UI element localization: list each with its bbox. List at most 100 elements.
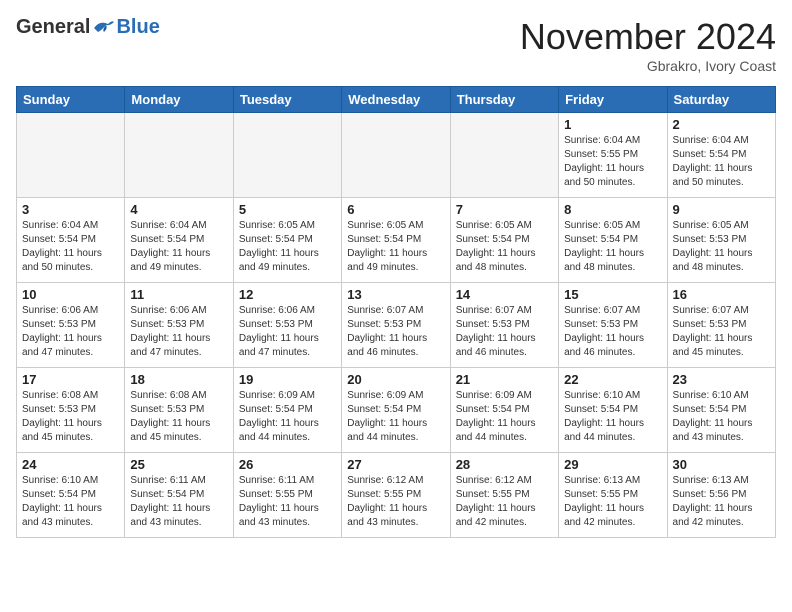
calendar-cell: 1Sunrise: 6:04 AMSunset: 5:55 PMDaylight… bbox=[559, 113, 667, 198]
day-number: 29 bbox=[564, 457, 661, 472]
day-number: 22 bbox=[564, 372, 661, 387]
calendar-cell: 8 Sunrise: 6:05 AMSunset: 5:54 PMDaylight… bbox=[559, 198, 667, 283]
calendar-cell: 9 Sunrise: 6:05 AMSunset: 5:53 PMDaylight… bbox=[667, 198, 775, 283]
calendar-week-row: 10 Sunrise: 6:06 AMSunset: 5:53 PMDayligh… bbox=[17, 283, 776, 368]
calendar-day-header: Tuesday bbox=[233, 87, 341, 113]
day-info: Sunrise: 6:05 AMSunset: 5:54 PMDaylight:… bbox=[456, 219, 553, 275]
location-text: Gbrakro, Ivory Coast bbox=[520, 58, 776, 74]
calendar-cell: 14 Sunrise: 6:07 AMSunset: 5:53 PMDayligh… bbox=[450, 283, 558, 368]
day-number: 2 bbox=[673, 117, 770, 132]
day-number: 5 bbox=[239, 202, 336, 217]
day-number: 30 bbox=[673, 457, 770, 472]
calendar-cell: 18 Sunrise: 6:08 AMSunset: 5:53 PMDayligh… bbox=[125, 368, 233, 453]
day-number: 28 bbox=[456, 457, 553, 472]
day-info: Sunrise: 6:07 AMSunset: 5:53 PMDaylight:… bbox=[347, 304, 444, 360]
calendar-cell: 30 Sunrise: 6:13 AMSunset: 5:56 PMDayligh… bbox=[667, 453, 775, 538]
calendar-cell bbox=[233, 113, 341, 198]
logo-general-text: General bbox=[16, 16, 90, 39]
calendar-week-row: 17 Sunrise: 6:08 AMSunset: 5:53 PMDayligh… bbox=[17, 368, 776, 453]
day-number: 7 bbox=[456, 202, 553, 217]
day-info: Sunrise: 6:09 AMSunset: 5:54 PMDaylight:… bbox=[456, 389, 553, 445]
calendar-cell: 5 Sunrise: 6:05 AMSunset: 5:54 PMDaylight… bbox=[233, 198, 341, 283]
day-info: Sunrise: 6:07 AMSunset: 5:53 PMDaylight:… bbox=[673, 304, 770, 360]
day-info: Sunrise: 6:10 AMSunset: 5:54 PMDaylight:… bbox=[22, 474, 119, 530]
calendar-cell: 17 Sunrise: 6:08 AMSunset: 5:53 PMDayligh… bbox=[17, 368, 125, 453]
day-info: Sunrise: 6:05 AMSunset: 5:53 PMDaylight:… bbox=[673, 219, 770, 275]
calendar-cell: 15Sunrise: 6:07 AMSunset: 5:53 PMDayligh… bbox=[559, 283, 667, 368]
calendar-cell: 23 Sunrise: 6:10 AMSunset: 5:54 PMDayligh… bbox=[667, 368, 775, 453]
day-info: Sunrise: 6:13 AMSunset: 5:55 PMDaylight:… bbox=[564, 474, 661, 530]
logo: General Blue bbox=[16, 16, 160, 39]
day-number: 21 bbox=[456, 372, 553, 387]
day-info: Sunrise: 6:05 AMSunset: 5:54 PMDaylight:… bbox=[239, 219, 336, 275]
day-info: Sunrise: 6:09 AMSunset: 5:54 PMDaylight:… bbox=[239, 389, 336, 445]
day-number: 9 bbox=[673, 202, 770, 217]
day-info: Sunrise: 6:07 AMSunset: 5:53 PMDaylight:… bbox=[456, 304, 553, 360]
calendar-cell: 7 Sunrise: 6:05 AMSunset: 5:54 PMDaylight… bbox=[450, 198, 558, 283]
day-number: 10 bbox=[22, 287, 119, 302]
calendar-day-header: Saturday bbox=[667, 87, 775, 113]
calendar-cell: 6Sunrise: 6:05 AMSunset: 5:54 PMDaylight… bbox=[342, 198, 450, 283]
calendar-cell: 4Sunrise: 6:04 AMSunset: 5:54 PMDaylight… bbox=[125, 198, 233, 283]
title-section: November 2024 Gbrakro, Ivory Coast bbox=[520, 16, 776, 74]
calendar-cell: 21 Sunrise: 6:09 AMSunset: 5:54 PMDayligh… bbox=[450, 368, 558, 453]
calendar-cell: 10Sunrise: 6:06 AMSunset: 5:53 PMDayligh… bbox=[17, 283, 125, 368]
day-info: Sunrise: 6:04 AMSunset: 5:54 PMDaylight:… bbox=[22, 219, 119, 275]
month-title: November 2024 bbox=[520, 16, 776, 58]
day-info: Sunrise: 6:08 AMSunset: 5:53 PMDaylight:… bbox=[22, 389, 119, 445]
day-number: 11 bbox=[130, 287, 227, 302]
calendar-cell: 19 Sunrise: 6:09 AMSunset: 5:54 PMDayligh… bbox=[233, 368, 341, 453]
calendar-header-row: SundayMondayTuesdayWednesdayThursdayFrid… bbox=[17, 87, 776, 113]
day-number: 8 bbox=[564, 202, 661, 217]
calendar-day-header: Friday bbox=[559, 87, 667, 113]
day-info: Sunrise: 6:06 AMSunset: 5:53 PMDaylight:… bbox=[130, 304, 227, 360]
calendar-day-header: Wednesday bbox=[342, 87, 450, 113]
day-number: 24 bbox=[22, 457, 119, 472]
calendar-week-row: 24 Sunrise: 6:10 AMSunset: 5:54 PMDayligh… bbox=[17, 453, 776, 538]
calendar-cell: 22 Sunrise: 6:10 AMSunset: 5:54 PMDayligh… bbox=[559, 368, 667, 453]
calendar-cell: 12 Sunrise: 6:06 AMSunset: 5:53 PMDayligh… bbox=[233, 283, 341, 368]
day-number: 16 bbox=[673, 287, 770, 302]
calendar-cell bbox=[450, 113, 558, 198]
day-info: Sunrise: 6:07 AMSunset: 5:53 PMDaylight:… bbox=[564, 304, 661, 360]
day-number: 17 bbox=[22, 372, 119, 387]
calendar-cell bbox=[125, 113, 233, 198]
day-info: Sunrise: 6:05 AMSunset: 5:54 PMDaylight:… bbox=[347, 219, 444, 275]
day-info: Sunrise: 6:11 AMSunset: 5:55 PMDaylight:… bbox=[239, 474, 336, 530]
calendar-cell: 16 Sunrise: 6:07 AMSunset: 5:53 PMDayligh… bbox=[667, 283, 775, 368]
day-info: Sunrise: 6:12 AMSunset: 5:55 PMDaylight:… bbox=[347, 474, 444, 530]
day-info: Sunrise: 6:04 AMSunset: 5:54 PMDaylight:… bbox=[130, 219, 227, 275]
day-info: Sunrise: 6:11 AMSunset: 5:54 PMDaylight:… bbox=[130, 474, 227, 530]
day-number: 19 bbox=[239, 372, 336, 387]
day-info: Sunrise: 6:09 AMSunset: 5:54 PMDaylight:… bbox=[347, 389, 444, 445]
day-number: 3 bbox=[22, 202, 119, 217]
day-number: 18 bbox=[130, 372, 227, 387]
calendar-cell: 20 Sunrise: 6:09 AMSunset: 5:54 PMDayligh… bbox=[342, 368, 450, 453]
day-info: Sunrise: 6:10 AMSunset: 5:54 PMDaylight:… bbox=[564, 389, 661, 445]
day-number: 27 bbox=[347, 457, 444, 472]
calendar-week-row: 3 Sunrise: 6:04 AMSunset: 5:54 PMDaylight… bbox=[17, 198, 776, 283]
day-number: 25 bbox=[130, 457, 227, 472]
day-info: Sunrise: 6:08 AMSunset: 5:53 PMDaylight:… bbox=[130, 389, 227, 445]
day-number: 14 bbox=[456, 287, 553, 302]
calendar-cell: 29 Sunrise: 6:13 AMSunset: 5:55 PMDayligh… bbox=[559, 453, 667, 538]
page-header: General Blue November 2024 Gbrakro, Ivor… bbox=[16, 16, 776, 74]
calendar-day-header: Sunday bbox=[17, 87, 125, 113]
calendar-day-header: Monday bbox=[125, 87, 233, 113]
day-info: Sunrise: 6:04 AMSunset: 5:54 PMDaylight:… bbox=[673, 134, 770, 190]
day-number: 26 bbox=[239, 457, 336, 472]
day-number: 20 bbox=[347, 372, 444, 387]
calendar-cell: 11 Sunrise: 6:06 AMSunset: 5:53 PMDayligh… bbox=[125, 283, 233, 368]
day-number: 23 bbox=[673, 372, 770, 387]
calendar-cell: 25 Sunrise: 6:11 AMSunset: 5:54 PMDayligh… bbox=[125, 453, 233, 538]
day-info: Sunrise: 6:13 AMSunset: 5:56 PMDaylight:… bbox=[673, 474, 770, 530]
day-info: Sunrise: 6:10 AMSunset: 5:54 PMDaylight:… bbox=[673, 389, 770, 445]
day-info: Sunrise: 6:05 AMSunset: 5:54 PMDaylight:… bbox=[564, 219, 661, 275]
day-info: Sunrise: 6:12 AMSunset: 5:55 PMDaylight:… bbox=[456, 474, 553, 530]
day-info: Sunrise: 6:06 AMSunset: 5:53 PMDaylight:… bbox=[239, 304, 336, 360]
logo-bird-icon bbox=[92, 18, 116, 38]
day-number: 12 bbox=[239, 287, 336, 302]
calendar-cell: 27 Sunrise: 6:12 AMSunset: 5:55 PMDayligh… bbox=[342, 453, 450, 538]
calendar-cell: 24 Sunrise: 6:10 AMSunset: 5:54 PMDayligh… bbox=[17, 453, 125, 538]
calendar-cell bbox=[342, 113, 450, 198]
